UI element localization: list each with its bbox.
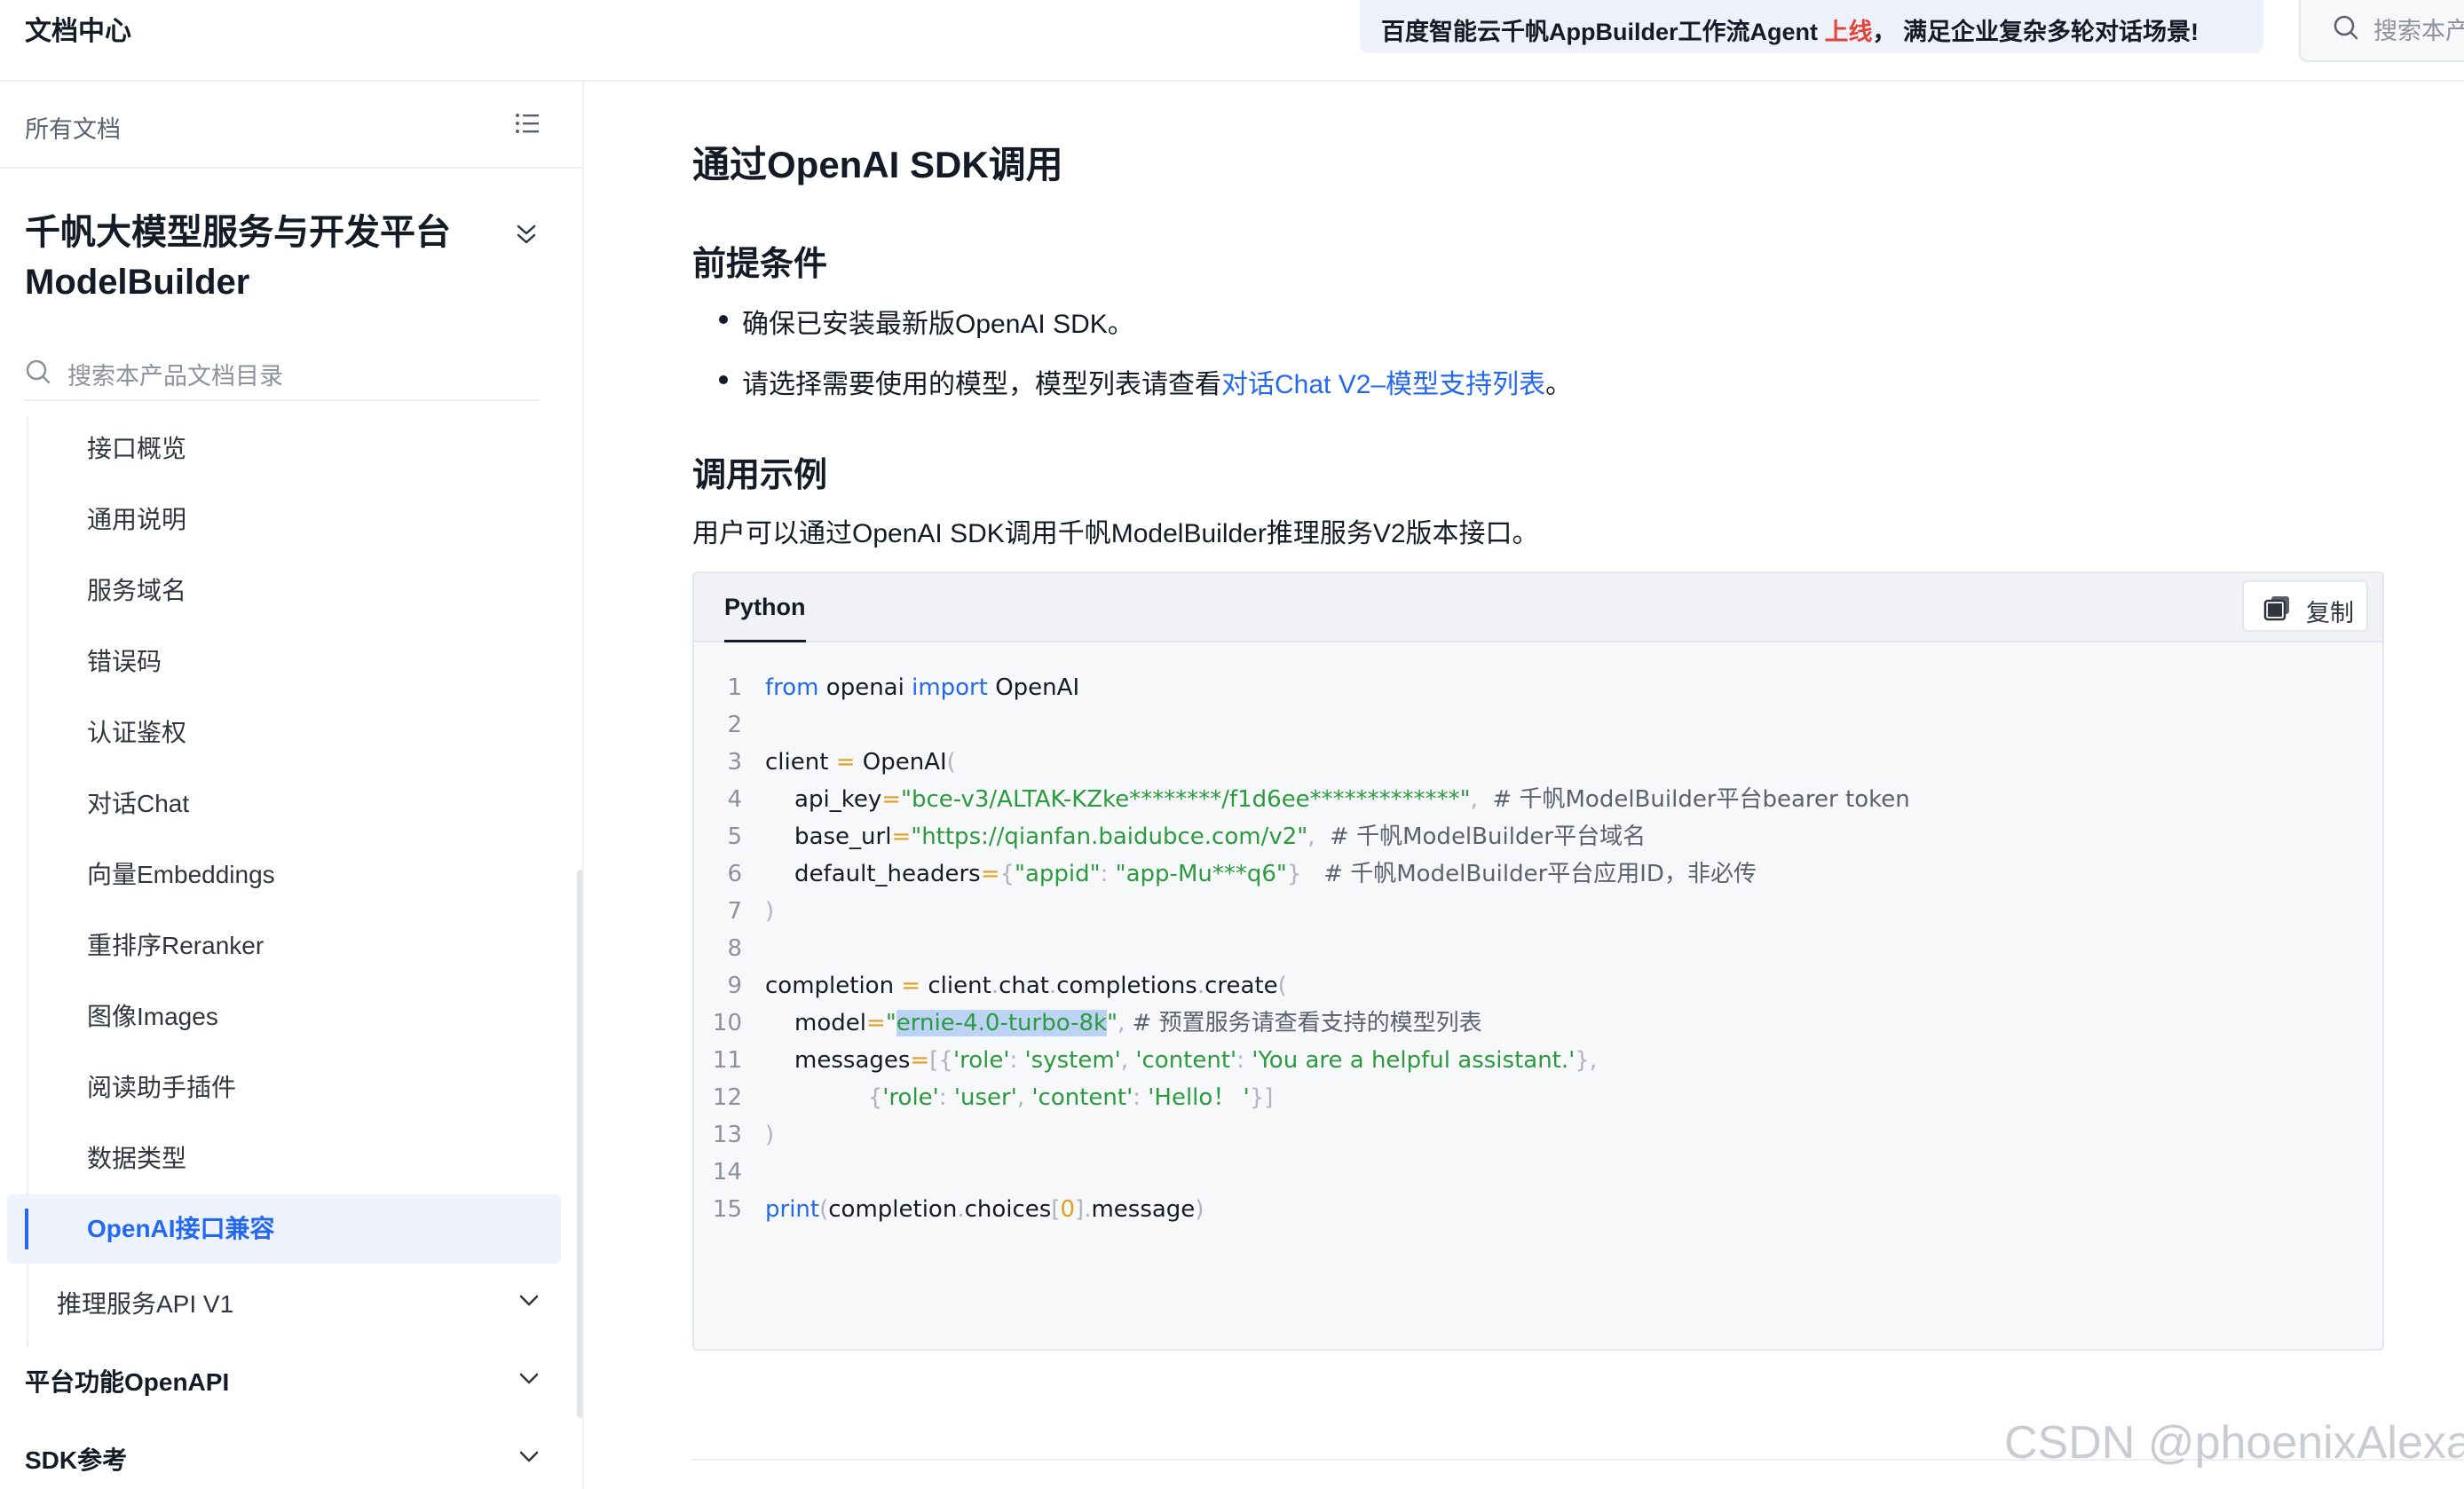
copy-button[interactable]: 复制 (2242, 580, 2368, 632)
code-text: messages=[{'role': 'system', 'content': … (765, 1047, 1598, 1074)
banner-highlight: 上线 (1824, 19, 1873, 45)
code-line: 1 from openai import OpenAI (694, 669, 2382, 706)
line-number: 8 (727, 935, 742, 962)
model-list-link[interactable]: 对话Chat V2–模型支持列表 (1221, 370, 1545, 399)
code-line: 13) (694, 1116, 2382, 1154)
code-text: default_headers={"appid": "app-Mu***q6"}… (765, 861, 1757, 887)
code-line: 5 base_url="https://qianfan.baidubce.com… (694, 818, 2382, 855)
banner-suffix: ， 满足企业复杂多轮对话场景! (1872, 19, 2199, 45)
sidebar-item[interactable]: 对话Chat (87, 777, 189, 831)
sidebar-section-platform-openapi[interactable]: 平台功能OpenAPI (25, 1363, 229, 1398)
line-number: 10 (712, 1010, 742, 1036)
sidebar-search-placeholder: 搜索本产品文档目录 (67, 363, 283, 390)
code-line: 8 (694, 930, 2382, 967)
code-line: 14 (694, 1154, 2382, 1191)
line-number: 15 (712, 1196, 742, 1223)
sidebar-scrollbar[interactable] (577, 870, 582, 1418)
line-number: 4 (727, 786, 742, 813)
double-chevron-down-icon[interactable] (515, 222, 538, 247)
code-line: 15 print(completion.choices[0].message) (694, 1191, 2382, 1228)
bullet-suffix: 。 (1545, 370, 1573, 399)
code-line: 4 api_key="bce-v3/ALTAK-KZke********/f1d… (694, 781, 2382, 818)
code-text: from openai import OpenAI (765, 674, 1080, 701)
code-text: model="ernie-4.0-turbo-8k", # 预置服务请查看支持的… (765, 1010, 1482, 1036)
line-number: 11 (712, 1047, 742, 1074)
sidebar-item[interactable]: 通用说明 (87, 493, 186, 547)
banner-text: 百度智能云千帆AppBuilder工作流Agent (1381, 19, 1825, 45)
code-line: 6 default_headers={"appid": "app-Mu***q6… (694, 855, 2382, 893)
code-line: 11 messages=[{'role': 'system', 'content… (694, 1042, 2382, 1079)
code-line: 7) (694, 893, 2382, 930)
chevron-down-icon[interactable] (518, 1450, 540, 1464)
code-text: completion = client.chat.completions.cre… (765, 973, 1287, 999)
line-number: 12 (712, 1084, 742, 1111)
bullet-install-sdk: 确保已安装最新版OpenAI SDK。 (719, 302, 1134, 341)
line-number: 2 (727, 712, 742, 738)
code-body[interactable]: 1 from openai import OpenAI 2 3 client = O… (694, 669, 2382, 1228)
sidebar-divider (0, 167, 582, 169)
bullet-text: 请选择需要使用的模型，模型列表请查看 (742, 370, 1221, 399)
product-title[interactable]: 千帆大模型服务与开发平台ModelBuilder (25, 208, 486, 307)
code-text: ) (765, 898, 775, 925)
line-number: 9 (727, 973, 742, 999)
code-text: api_key="bce-v3/ALTAK-KZke********/f1d6e… (765, 786, 1910, 813)
line-number: 14 (712, 1159, 742, 1186)
sidebar-item[interactable]: 数据类型 (87, 1132, 186, 1186)
code-language-tab[interactable]: Python (724, 573, 806, 642)
chevron-down-icon[interactable] (518, 1294, 540, 1308)
code-line: 9 completion = client.chat.completions.cr… (694, 967, 2382, 1004)
sidebar-item-active-label: OpenAI接口兼容 (87, 1215, 275, 1242)
line-number: 7 (727, 898, 742, 925)
example-description: 用户可以通过OpenAI SDK调用千帆ModelBuilder推理服务V2版本… (692, 519, 1539, 548)
page-title: 通过OpenAI SDK调用 (692, 144, 1063, 185)
section-heading-example: 调用示例 (692, 457, 828, 494)
section-heading-prerequisites: 前提条件 (692, 246, 828, 283)
line-number: 3 (727, 749, 742, 776)
code-text: base_url="https://qianfan.baidubce.com/v… (765, 823, 1647, 850)
copy-label: 复制 (2306, 600, 2354, 626)
bullet-choose-model: 请选择需要使用的模型，模型列表请查看对话Chat V2–模型支持列表。 (718, 362, 1573, 401)
code-text: client = OpenAI( (765, 749, 956, 776)
search-icon (26, 359, 51, 384)
code-block-header: Python 复制 (694, 573, 2382, 642)
global-search-placeholder: 搜索本产 (2373, 18, 2464, 44)
all-docs-label[interactable]: 所有文档 (25, 110, 121, 145)
line-number: 13 (712, 1122, 742, 1148)
sidebar: 所有文档 千帆大模型服务与开发平台ModelBuilder 搜索本产品文档目录 … (0, 82, 584, 1489)
chevron-down-icon[interactable] (518, 1372, 540, 1386)
line-number: 5 (727, 823, 742, 850)
sidebar-group-inference-api[interactable]: 推理服务API V1 (57, 1285, 233, 1320)
sidebar-item[interactable]: 阅读助手插件 (87, 1061, 236, 1115)
code-line: 3 client = OpenAI( (694, 744, 2382, 781)
sidebar-item[interactable]: 接口概览 (87, 422, 186, 476)
code-block: Python 复制 1 from openai import OpenAI 2 3… (692, 571, 2384, 1351)
sidebar-item[interactable]: 重排序Reranker (87, 919, 264, 973)
line-number: 1 (727, 674, 742, 701)
sidebar-section-sdk-reference[interactable]: SDK参考 (25, 1441, 127, 1477)
sidebar-item[interactable]: 向量Embeddings (87, 848, 275, 902)
code-text: ) (765, 1122, 775, 1148)
list-icon[interactable] (515, 112, 540, 135)
line-number: 6 (727, 861, 742, 887)
code-line: 12 {'role': 'user', 'content': 'Hello！ '… (694, 1079, 2382, 1116)
active-indicator (25, 1209, 28, 1249)
sidebar-item[interactable]: 错误码 (87, 635, 162, 689)
sidebar-item-active[interactable]: OpenAI接口兼容 (7, 1194, 561, 1264)
sidebar-item[interactable]: 服务域名 (87, 564, 186, 618)
code-text: print(completion.choices[0].message) (765, 1196, 1204, 1223)
code-line: 10 model="ernie-4.0-turbo-8k", # 预置服务请查看… (694, 1004, 2382, 1042)
sidebar-search-input[interactable]: 搜索本产品文档目录 (25, 351, 540, 401)
site-title[interactable]: 文档中心 (25, 9, 131, 48)
announcement-banner[interactable]: 百度智能云千帆AppBuilder工作流Agent 上线， 满足企业复杂多轮对话… (1360, 0, 2263, 53)
top-bar: 文档中心 百度智能云千帆AppBuilder工作流Agent 上线， 满足企业复… (0, 0, 2464, 82)
global-search-input[interactable]: 搜索本产 (2299, 0, 2464, 62)
sidebar-item[interactable]: 认证鉴权 (87, 706, 186, 760)
watermark: CSDN @phoenixAlexa (2004, 1417, 2464, 1469)
sidebar-item[interactable]: 图像Images (87, 990, 218, 1044)
main-content: 通过OpenAI SDK调用 前提条件 确保已安装最新版OpenAI SDK。 … (586, 82, 2464, 1489)
search-icon (2334, 15, 2358, 40)
code-line: 2 (694, 706, 2382, 744)
code-text: {'role': 'user', 'content': 'Hello！ '}] (867, 1084, 1274, 1111)
copy-icon (2263, 596, 2289, 621)
